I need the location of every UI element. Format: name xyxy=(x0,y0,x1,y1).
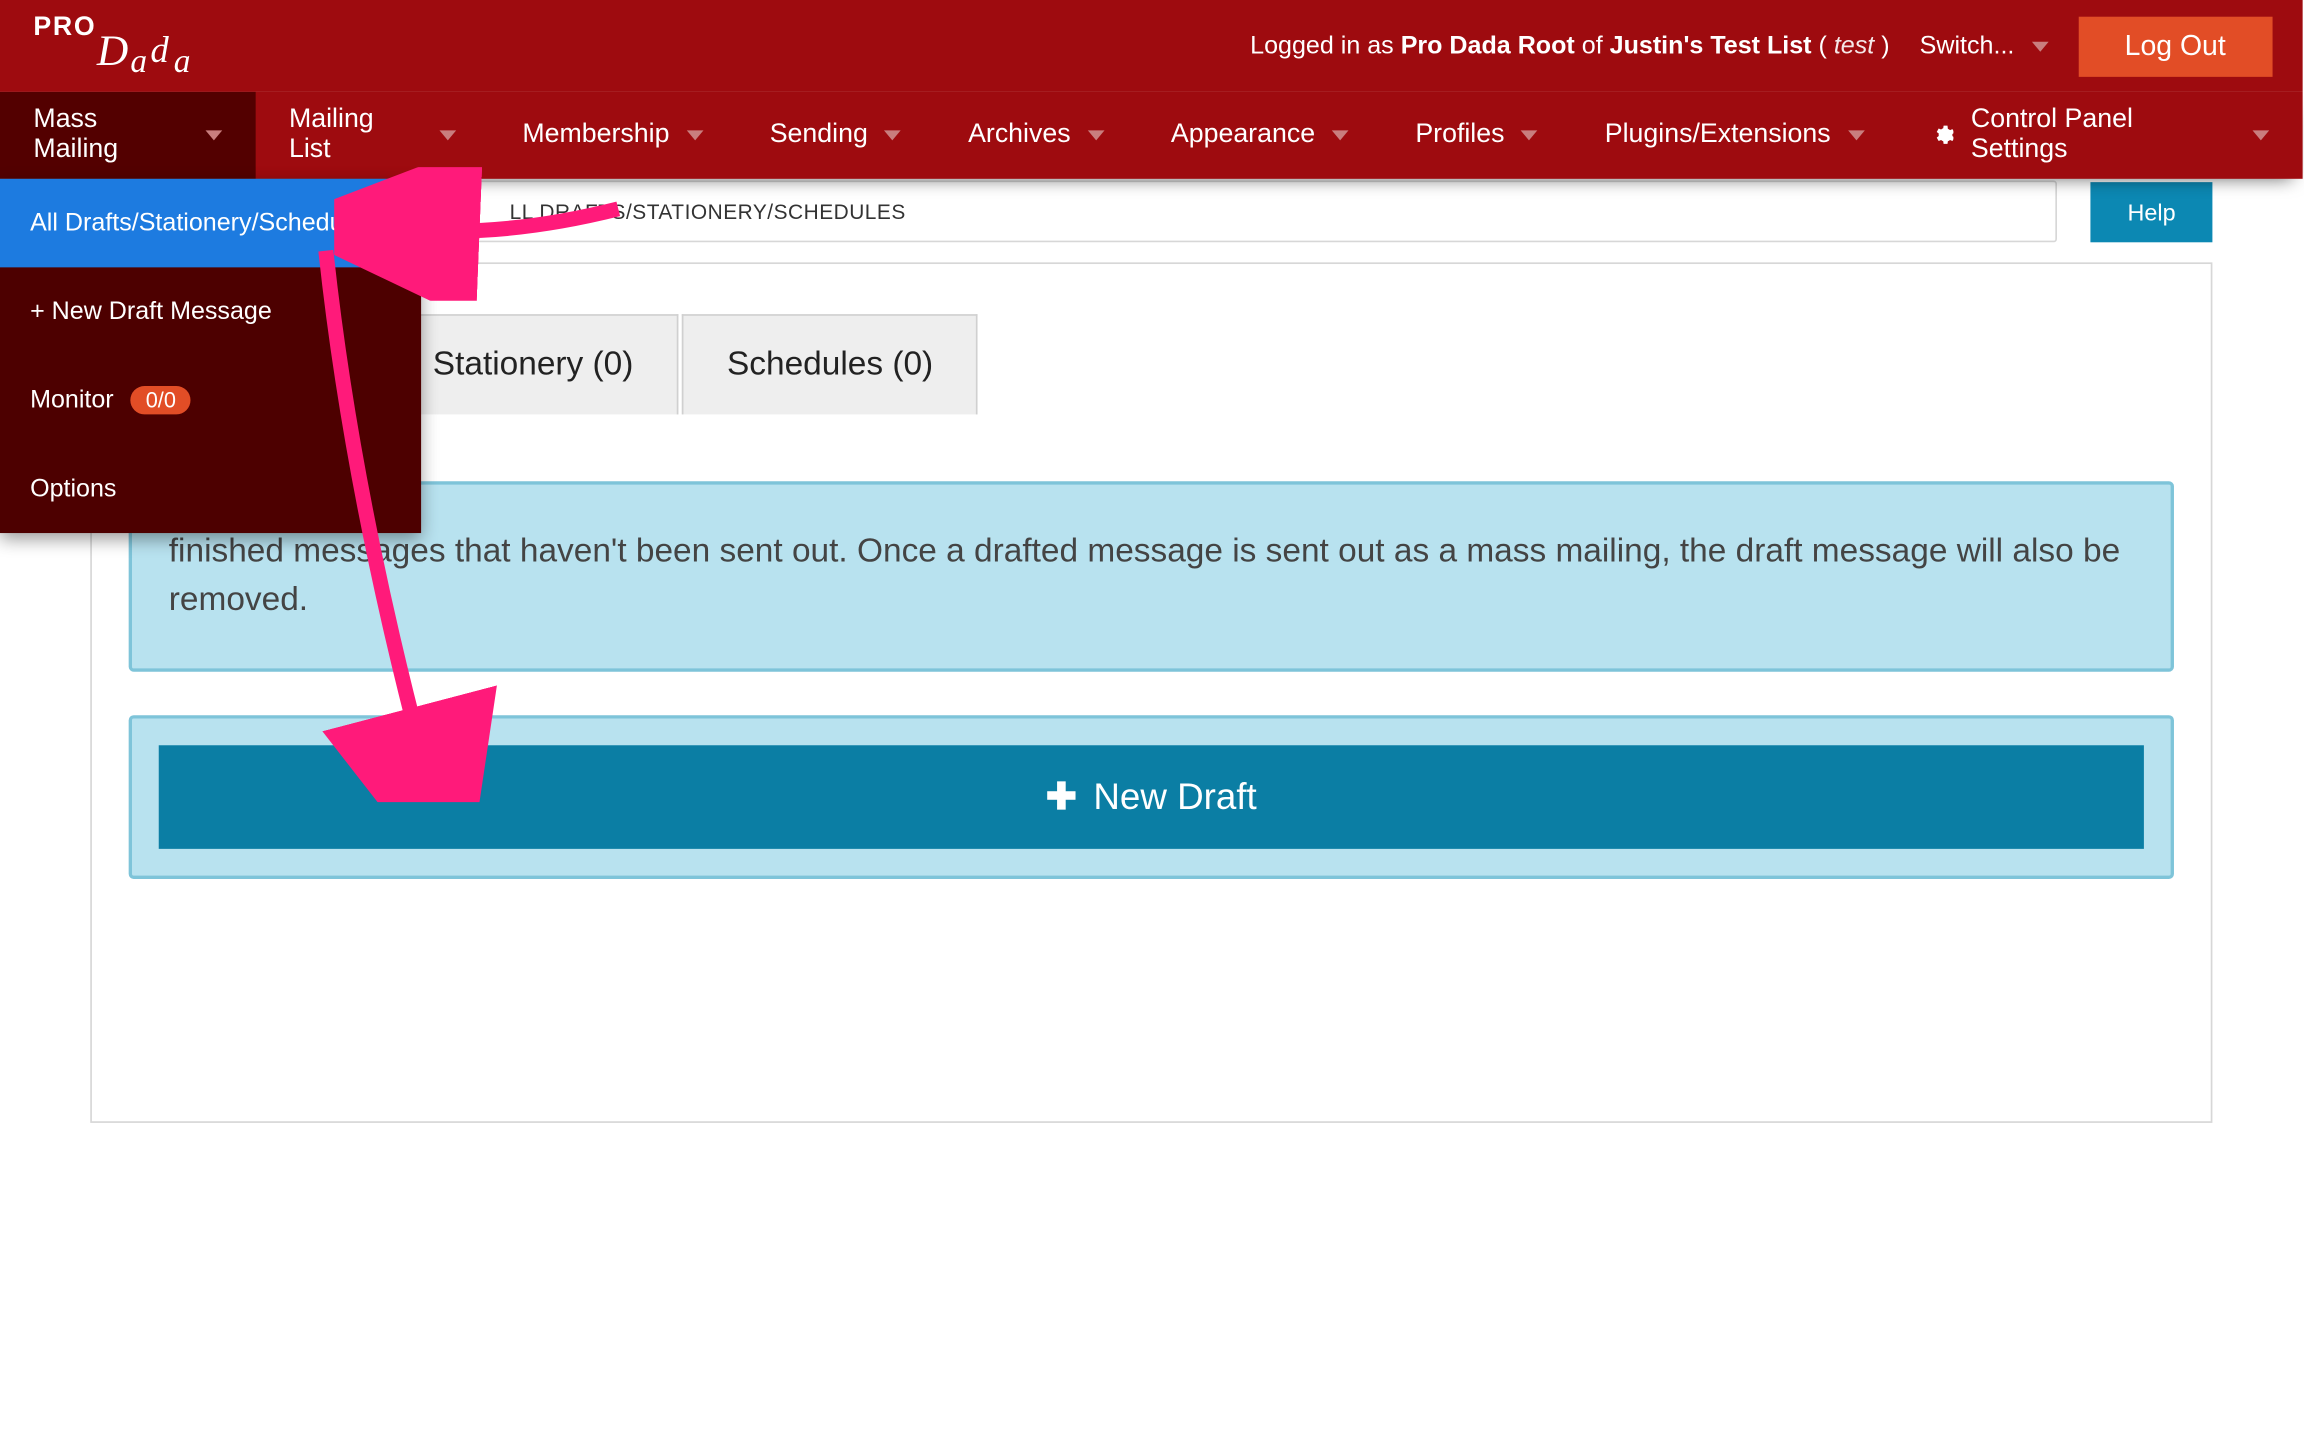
chevron-down-icon xyxy=(1332,130,1349,140)
nav-archives-label: Archives xyxy=(968,120,1071,150)
new-draft-label: New Draft xyxy=(1093,775,1256,818)
login-paren-open: ( xyxy=(1812,31,1834,59)
chevron-down-icon xyxy=(205,130,222,140)
logo[interactable]: PRO D a d a xyxy=(0,0,251,92)
pro-dada-logo-icon: PRO D a d a xyxy=(33,11,217,81)
chevron-down-icon xyxy=(2253,130,2270,140)
login-info: Logged in as Pro Dada Root of Justin's T… xyxy=(1250,30,1889,63)
main-nav: Mass Mailing Mailing List Membership Sen… xyxy=(0,92,2303,179)
chevron-down-icon xyxy=(885,130,902,140)
drafts-info-text: finished messages that haven't been sent… xyxy=(169,533,2120,618)
login-listname: Justin's Test List xyxy=(1610,31,1812,59)
mass-mailing-dropdown: All Drafts/Stationery/Schedules + New Dr… xyxy=(0,179,421,533)
nav-profiles-label: Profiles xyxy=(1415,120,1504,150)
nav-archives[interactable]: Archives xyxy=(935,92,1138,179)
plus-icon: ✚ xyxy=(1046,779,1077,816)
breadcrumb-text: LL DRAFTS/STATIONERY/SCHEDULES xyxy=(510,200,906,223)
svg-text:D: D xyxy=(96,26,128,74)
chevron-down-icon xyxy=(1847,130,1864,140)
nav-mailing-list[interactable]: Mailing List xyxy=(256,92,489,179)
nav-control-panel-settings[interactable]: Control Panel Settings xyxy=(1897,92,2302,179)
gear-icon xyxy=(1931,124,1954,147)
chevron-down-icon xyxy=(439,130,456,140)
drafts-info-box: finished messages that haven't been sent… xyxy=(129,481,2174,671)
chevron-down-icon xyxy=(1087,130,1104,140)
svg-text:a: a xyxy=(130,42,147,79)
svg-text:d: d xyxy=(150,28,169,69)
login-listcode: test xyxy=(1834,31,1874,59)
nav-appearance[interactable]: Appearance xyxy=(1137,92,1381,179)
topbar: PRO D a d a Logged in as Pro Dada Root o… xyxy=(0,0,2303,92)
tab-schedules[interactable]: Schedules (0) xyxy=(682,314,978,414)
switch-list-dropdown[interactable]: Switch... xyxy=(1920,32,2048,60)
nav-sending-label: Sending xyxy=(770,120,868,150)
tabs: Stationery (0) Schedules (0) xyxy=(388,314,2174,414)
nav-mailing-list-label: Mailing List xyxy=(289,105,422,165)
login-prefix: Logged in as xyxy=(1250,31,1401,59)
new-draft-button[interactable]: ✚ New Draft xyxy=(159,745,2144,849)
chevron-down-icon xyxy=(1521,130,1538,140)
dropdown-monitor[interactable]: Monitor 0/0 xyxy=(0,356,421,445)
nav-plugins[interactable]: Plugins/Extensions xyxy=(1571,92,1897,179)
monitor-badge: 0/0 xyxy=(131,386,191,414)
login-paren-close: ) xyxy=(1874,31,1889,59)
nav-mass-mailing[interactable]: Mass Mailing xyxy=(0,92,256,179)
chevron-down-icon xyxy=(2031,41,2048,51)
nav-membership-label: Membership xyxy=(522,120,669,150)
dropdown-options[interactable]: Options xyxy=(0,444,421,533)
new-draft-box: ✚ New Draft xyxy=(129,715,2174,879)
chevron-down-icon xyxy=(686,130,703,140)
nav-profiles[interactable]: Profiles xyxy=(1382,92,1571,179)
nav-plugins-label: Plugins/Extensions xyxy=(1605,120,1831,150)
nav-sending[interactable]: Sending xyxy=(736,92,934,179)
logout-button[interactable]: Log Out xyxy=(2078,16,2273,76)
nav-appearance-label: Appearance xyxy=(1171,120,1315,150)
dropdown-monitor-label: Monitor xyxy=(30,386,114,414)
dropdown-new-draft[interactable]: + New Draft Message xyxy=(0,267,421,356)
login-of: of xyxy=(1575,31,1610,59)
switch-label: Switch... xyxy=(1920,32,2015,60)
tab-stationery[interactable]: Stationery (0) xyxy=(388,314,679,414)
nav-membership[interactable]: Membership xyxy=(489,92,736,179)
svg-text:PRO: PRO xyxy=(33,11,96,40)
nav-cp-settings-label: Control Panel Settings xyxy=(1971,105,2236,165)
dropdown-all-drafts[interactable]: All Drafts/Stationery/Schedules xyxy=(0,179,421,268)
login-root: Pro Dada Root xyxy=(1401,31,1575,59)
nav-mass-mailing-label: Mass Mailing xyxy=(33,105,188,165)
svg-text:a: a xyxy=(174,42,191,79)
